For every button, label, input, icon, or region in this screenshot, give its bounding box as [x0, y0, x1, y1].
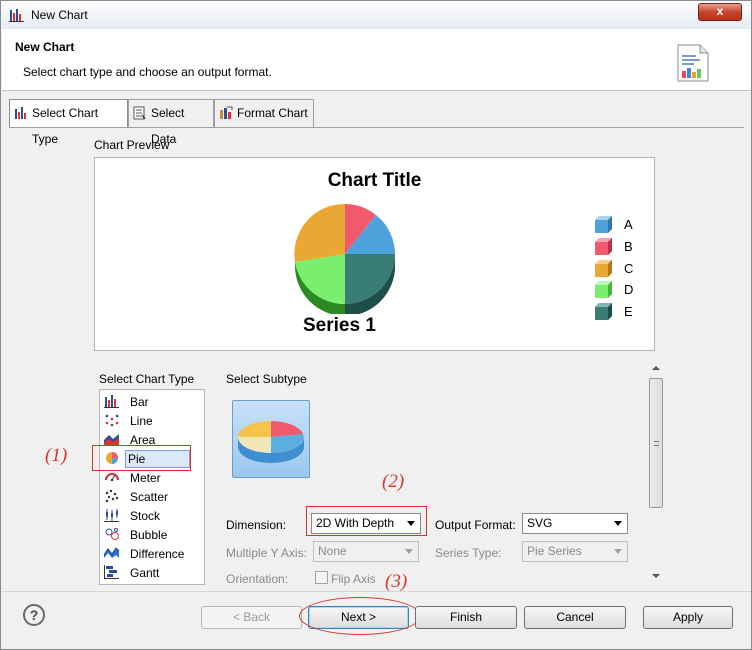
chart-type-label: Meter: [130, 471, 161, 485]
legend-label: C: [624, 261, 634, 276]
flip-axis-label: Flip Axis: [331, 572, 376, 586]
select-subtype-label: Select Subtype: [226, 372, 307, 386]
chart-type-scatter[interactable]: Scatter: [101, 487, 203, 506]
chart-type-difference[interactable]: Difference: [101, 544, 203, 563]
chart-preview-label: Chart Preview: [94, 138, 170, 152]
pie-chart: [294, 203, 395, 314]
chart-preview: Chart Title Series 1 A B C D E: [94, 157, 655, 351]
chart-type-bubble[interactable]: Bubble: [101, 525, 203, 544]
finish-button[interactable]: Finish: [415, 606, 517, 629]
annotation-1: (1): [45, 445, 68, 466]
chevron-down-icon: [614, 521, 622, 526]
series-type-select[interactable]: Pie Series: [522, 541, 628, 562]
chevron-down-icon: [614, 549, 622, 554]
scroll-up-arrow-icon[interactable]: [652, 366, 660, 370]
close-button[interactable]: x: [698, 3, 742, 21]
pie-slice-d: [295, 254, 345, 305]
legend-swatch: [595, 238, 612, 255]
tab-format-chart[interactable]: Format Chart: [214, 99, 314, 127]
annotation-2-highlight: [306, 506, 427, 536]
bar-chart-icon: [104, 395, 119, 408]
chart-type-label: Gantt: [130, 566, 160, 580]
grip-icon: [654, 441, 659, 446]
subtype-pie-2d-depth-button[interactable]: [232, 400, 310, 478]
series-type-label: Series Type:: [435, 546, 502, 560]
title-bar: New Chart x: [1, 1, 751, 29]
back-button[interactable]: < Back: [201, 606, 302, 629]
select-chart-type-label: Select Chart Type: [99, 372, 195, 386]
annotation-3: (3): [385, 571, 408, 592]
data-table-icon: [133, 106, 146, 120]
help-button[interactable]: ?: [23, 604, 45, 626]
new-chart-dialog: New Chart x New Chart Select chart type …: [0, 0, 752, 650]
scroll-down-arrow-icon[interactable]: [652, 574, 660, 578]
pie-slice-e: [345, 254, 395, 304]
difference-chart-icon: [104, 547, 120, 558]
dimension-label: Dimension:: [226, 518, 287, 532]
format-chart-icon: [220, 106, 233, 119]
chevron-down-icon: [405, 549, 413, 554]
bubble-chart-icon: [105, 528, 119, 540]
chart-type-label: Bar: [130, 395, 149, 409]
window-title: New Chart: [31, 8, 88, 22]
legend-swatch: [595, 260, 612, 277]
output-format-select[interactable]: SVG: [522, 513, 628, 534]
chart-title: Chart Title: [327, 170, 422, 191]
chart-type-label: Bubble: [130, 528, 168, 542]
tab-select-data[interactable]: Select Data: [128, 99, 214, 146]
stock-chart-icon: [104, 509, 119, 522]
scrollbar-thumb[interactable]: [649, 378, 663, 508]
annotation-3-highlight: [299, 597, 421, 635]
chart-type-line[interactable]: Line: [101, 411, 203, 430]
scatter-chart-icon: [105, 489, 119, 503]
chart-type-stock[interactable]: Stock: [101, 506, 203, 525]
multiple-y-axis-value: None: [318, 544, 347, 558]
cancel-button[interactable]: Cancel: [524, 606, 626, 629]
series-type-value: Pie Series: [527, 544, 582, 558]
gantt-chart-icon: [104, 565, 119, 579]
legend-label: A: [624, 217, 633, 232]
flip-axis-checkbox[interactable]: [315, 571, 328, 584]
legend-label: B: [624, 239, 633, 254]
legend-label: D: [624, 282, 634, 297]
chart-type-gantt[interactable]: Gantt: [101, 563, 203, 582]
vertical-scrollbar[interactable]: [648, 362, 664, 584]
chart-document-icon: [677, 44, 709, 82]
chart-type-label: Line: [130, 414, 153, 428]
footer-divider: [2, 591, 751, 592]
pie-slice-c: [294, 203, 345, 262]
tab-content: Chart Preview Chart Title Series 1 A B C…: [9, 127, 744, 592]
tab-select-chart-type[interactable]: Select Chart Type: [9, 99, 128, 146]
chart-type-label: Stock: [130, 509, 161, 523]
series-title: Series 1: [303, 315, 376, 336]
orientation-label: Orientation:: [226, 572, 289, 586]
tab-label: Format Chart: [237, 106, 308, 120]
wizard-header: New Chart Select chart type and choose a…: [2, 29, 751, 91]
line-chart-icon: [105, 414, 119, 427]
chart-type-bar[interactable]: Bar: [101, 392, 203, 411]
chart-type-label: Difference: [130, 547, 185, 561]
output-format-label: Output Format:: [435, 518, 516, 532]
header-title: New Chart: [15, 40, 75, 54]
chart-type-list[interactable]: Bar Line Area Pie Meter Scatter Stock Bu…: [99, 389, 205, 585]
output-format-value: SVG: [527, 516, 553, 530]
apply-button[interactable]: Apply: [643, 606, 733, 629]
area-chart-icon: [104, 434, 119, 445]
header-description: Select chart type and choose an output f…: [23, 65, 272, 79]
annotation-2: (2): [382, 471, 405, 492]
multiple-y-axis-label: Multiple Y Axis:: [226, 546, 307, 560]
chart-app-icon: [9, 9, 24, 22]
meter-chart-icon: [105, 473, 119, 482]
chart-type-icon: [15, 107, 26, 119]
legend-swatch: [595, 303, 612, 320]
legend-label: E: [624, 304, 633, 319]
legend-swatch: [595, 216, 612, 233]
multiple-y-axis-select[interactable]: None: [313, 541, 419, 562]
legend-swatch: [595, 281, 612, 298]
annotation-1-highlight: [92, 445, 191, 471]
pie-subtype-icon: [238, 421, 304, 463]
chart-type-label: Scatter: [130, 490, 169, 504]
